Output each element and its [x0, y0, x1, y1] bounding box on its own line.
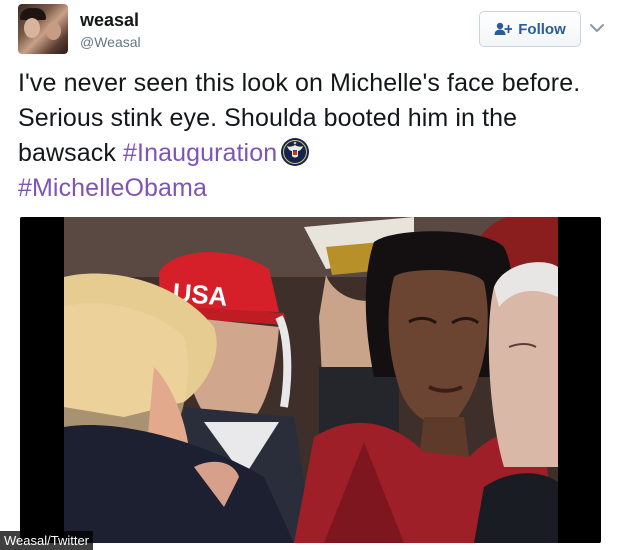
display-name[interactable]: weasal	[80, 10, 139, 31]
inauguration-scene: USA	[64, 217, 558, 543]
hashtag-inauguration[interactable]: #Inauguration	[123, 139, 277, 167]
add-user-icon	[494, 22, 513, 35]
hashtag-michelleobama[interactable]: #MichelleObama	[18, 174, 207, 202]
tweet-card: weasal @Weasal Follow I've never seen th…	[0, 0, 620, 550]
user-handle[interactable]: @Weasal	[80, 34, 141, 50]
tweet-text: I've never seen this look on Michelle's …	[18, 66, 608, 206]
follow-button[interactable]: Follow	[479, 11, 581, 47]
avatar-face	[24, 18, 40, 38]
avatar[interactable]	[18, 4, 68, 54]
chevron-down-icon[interactable]	[588, 19, 606, 37]
video-thumbnail[interactable]: USA	[20, 217, 601, 543]
image-credit: Weasal/Twitter	[0, 531, 94, 550]
presidential-seal-icon	[281, 138, 310, 166]
avatar-face	[46, 22, 61, 40]
follow-label: Follow	[518, 20, 566, 38]
tweet-header: weasal @Weasal Follow	[18, 4, 608, 54]
video-frame: USA	[64, 217, 558, 543]
